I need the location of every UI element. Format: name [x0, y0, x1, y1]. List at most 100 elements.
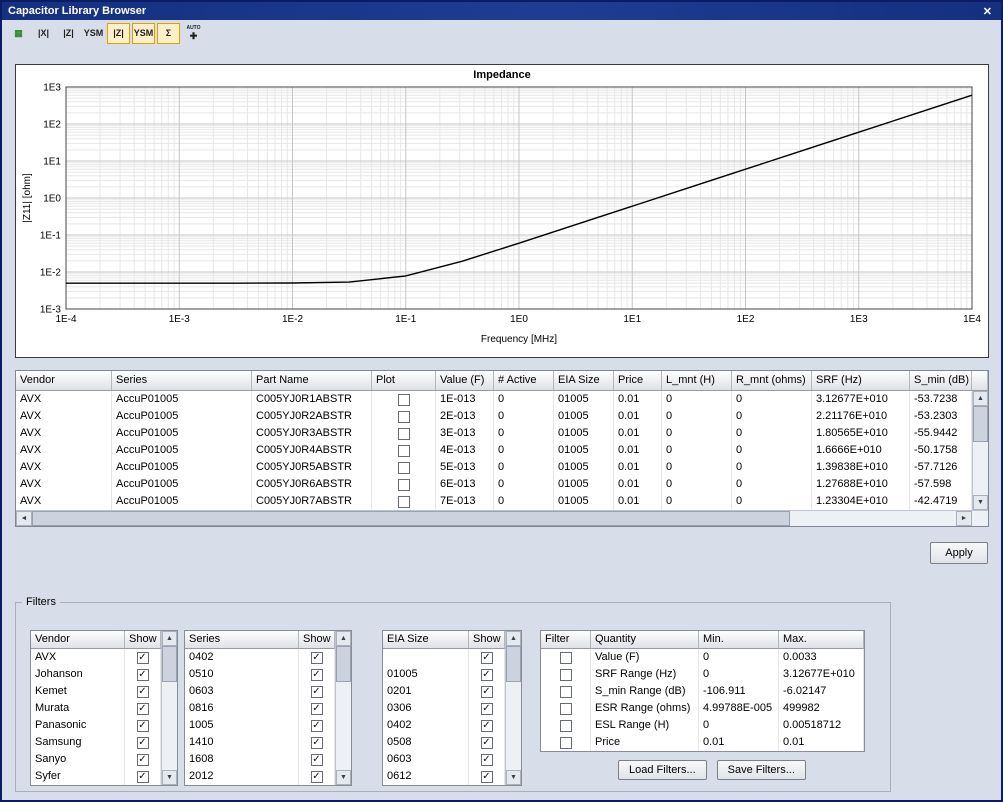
- column-header-0[interactable]: Vendor: [16, 371, 112, 391]
- filter-checkbox[interactable]: [560, 720, 572, 732]
- filter-list-row[interactable]: Kemet✓: [31, 683, 161, 700]
- hscroll-track[interactable]: [32, 511, 956, 526]
- show-checkbox[interactable]: ✓: [137, 754, 149, 766]
- table-row[interactable]: AVXAccuP01005C005YJ0R2ABSTR2E-0130010050…: [16, 408, 972, 425]
- scroll-track[interactable]: [336, 646, 351, 770]
- sigma-plot-icon[interactable]: Σ: [157, 23, 180, 44]
- plot-checkbox[interactable]: [398, 445, 410, 457]
- show-checkbox[interactable]: ✓: [311, 669, 323, 681]
- scroll-right-button[interactable]: ►: [956, 511, 972, 526]
- filter-list-row[interactable]: 2012✓: [185, 768, 335, 785]
- header-show[interactable]: Show: [469, 631, 505, 649]
- filter-list-row[interactable]: 0402✓: [383, 717, 505, 734]
- header-show[interactable]: Show: [125, 631, 161, 649]
- show-checkbox[interactable]: ✓: [311, 703, 323, 715]
- column-header-4[interactable]: Value (F): [436, 371, 494, 391]
- filter-list-row[interactable]: 0402✓: [185, 649, 335, 666]
- show-checkbox[interactable]: ✓: [481, 720, 493, 732]
- table-row[interactable]: AVXAccuP01005C005YJ0R1ABSTR1E-0130010050…: [16, 391, 972, 408]
- show-checkbox[interactable]: ✓: [137, 686, 149, 698]
- column-header-8[interactable]: L_mnt (H): [662, 371, 732, 391]
- filter-list-row[interactable]: 0508✓: [383, 734, 505, 751]
- column-header-1[interactable]: Series: [112, 371, 252, 391]
- apply-button[interactable]: Apply: [930, 542, 988, 564]
- column-header-10[interactable]: SRF (Hz): [812, 371, 910, 391]
- table-row[interactable]: AVXAccuP01005C005YJ0R3ABSTR3E-0130010050…: [16, 425, 972, 442]
- scroll-track[interactable]: [162, 646, 177, 770]
- auto-scale-icon[interactable]: AUTO✚: [182, 23, 205, 44]
- plot-checkbox[interactable]: [398, 496, 410, 508]
- show-checkbox[interactable]: ✓: [311, 720, 323, 732]
- show-checkbox[interactable]: ✓: [311, 686, 323, 698]
- filter-list-row[interactable]: AVX✓: [31, 649, 161, 666]
- show-checkbox[interactable]: ✓: [137, 703, 149, 715]
- table-horizontal-scrollbar[interactable]: ◄ ►: [16, 510, 988, 526]
- list-scrollbar[interactable]: ▲▼: [505, 631, 521, 785]
- quantity-row[interactable]: ESL Range (H)00.00518712: [541, 717, 864, 734]
- filter-list-row[interactable]: 1608✓: [185, 751, 335, 768]
- quantity-row[interactable]: ESR Range (ohms)4.99788E-005499982: [541, 700, 864, 717]
- scroll-down-button[interactable]: ▼: [506, 770, 521, 785]
- scroll-thumb[interactable]: [336, 646, 351, 682]
- scroll-thumb[interactable]: [162, 646, 177, 682]
- filter-list-row[interactable]: Sanyo✓: [31, 751, 161, 768]
- plot-checkbox[interactable]: [398, 411, 410, 423]
- table-row[interactable]: AVXAccuP01005C005YJ0R7ABSTR7E-0130010050…: [16, 493, 972, 510]
- z-magnitude-icon[interactable]: |Z|: [57, 23, 80, 44]
- table-row[interactable]: AVXAccuP01005C005YJ0R6ABSTR6E-0130010050…: [16, 476, 972, 493]
- show-checkbox[interactable]: ✓: [137, 652, 149, 664]
- title-bar[interactable]: Capacitor Library Browser ✕: [2, 2, 1001, 20]
- close-button[interactable]: ✕: [980, 5, 995, 18]
- column-header-3[interactable]: Plot: [372, 371, 436, 391]
- show-checkbox[interactable]: ✓: [481, 771, 493, 783]
- quantity-header-2[interactable]: Min.: [699, 631, 779, 649]
- filter-list-row[interactable]: 0603✓: [383, 751, 505, 768]
- z-plot-icon[interactable]: |Z|: [107, 23, 130, 44]
- filter-list-row[interactable]: Johanson✓: [31, 666, 161, 683]
- load-filters-button[interactable]: Load Filters...: [618, 760, 707, 780]
- plot-checkbox[interactable]: [398, 479, 410, 491]
- show-checkbox[interactable]: ✓: [137, 771, 149, 783]
- filter-list-row[interactable]: 0306✓: [383, 700, 505, 717]
- hscroll-thumb[interactable]: [32, 511, 790, 526]
- filter-list-row[interactable]: 0816✓: [185, 700, 335, 717]
- scatter-plot-icon[interactable]: ▦: [7, 23, 30, 44]
- plot-checkbox[interactable]: [398, 428, 410, 440]
- scroll-up-button[interactable]: ▲: [973, 391, 988, 406]
- scroll-track[interactable]: [973, 406, 988, 495]
- filter-list-row[interactable]: Syfer✓: [31, 768, 161, 785]
- filter-checkbox[interactable]: [560, 652, 572, 664]
- filter-list-row[interactable]: 0510✓: [185, 666, 335, 683]
- ysm-plot-icon[interactable]: YSM: [132, 23, 155, 44]
- plot-checkbox[interactable]: [398, 462, 410, 474]
- show-checkbox[interactable]: ✓: [481, 754, 493, 766]
- show-checkbox[interactable]: ✓: [481, 652, 493, 664]
- quantity-row[interactable]: S_min Range (dB)-106.911-6.02147: [541, 683, 864, 700]
- scroll-up-button[interactable]: ▲: [506, 631, 521, 646]
- show-checkbox[interactable]: ✓: [137, 720, 149, 732]
- quantity-header-0[interactable]: Filter: [541, 631, 591, 649]
- scroll-down-button[interactable]: ▼: [336, 770, 351, 785]
- column-header-9[interactable]: R_mnt (ohms): [732, 371, 812, 391]
- filter-checkbox[interactable]: [560, 703, 572, 715]
- table-vertical-scrollbar[interactable]: ▲▼: [972, 391, 988, 510]
- show-checkbox[interactable]: ✓: [311, 754, 323, 766]
- filter-list-row[interactable]: 1005✓: [185, 717, 335, 734]
- table-row[interactable]: AVXAccuP01005C005YJ0R4ABSTR4E-0130010050…: [16, 442, 972, 459]
- column-header-6[interactable]: EIA Size: [554, 371, 614, 391]
- plot-checkbox[interactable]: [398, 394, 410, 406]
- show-checkbox[interactable]: ✓: [137, 737, 149, 749]
- filter-list-row[interactable]: Samsung✓: [31, 734, 161, 751]
- show-checkbox[interactable]: ✓: [137, 669, 149, 681]
- quantity-header-3[interactable]: Max.: [779, 631, 864, 649]
- header-show[interactable]: Show: [299, 631, 335, 649]
- scroll-down-button[interactable]: ▼: [973, 495, 988, 510]
- table-row[interactable]: AVXAccuP01005C005YJ0R5ABSTR5E-0130010050…: [16, 459, 972, 476]
- filter-list-row[interactable]: 01005✓: [383, 666, 505, 683]
- show-checkbox[interactable]: ✓: [481, 686, 493, 698]
- filter-checkbox[interactable]: [560, 669, 572, 681]
- list-scrollbar[interactable]: ▲▼: [335, 631, 351, 785]
- filter-checkbox[interactable]: [560, 686, 572, 698]
- quantity-row[interactable]: SRF Range (Hz)03.12677E+010: [541, 666, 864, 683]
- save-filters-button[interactable]: Save Filters...: [717, 760, 806, 780]
